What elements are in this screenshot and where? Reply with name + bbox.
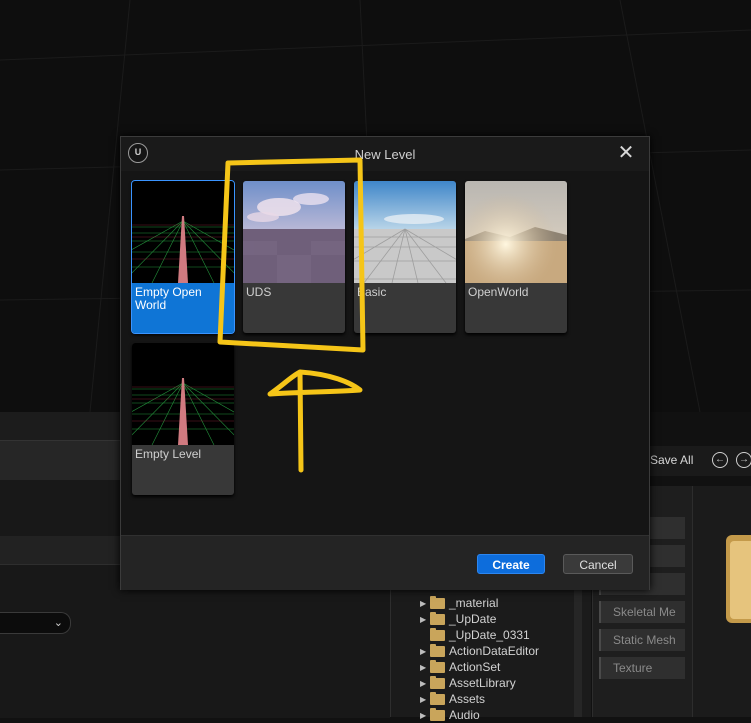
folder-label: Audio bbox=[449, 708, 480, 722]
folder-icon bbox=[430, 611, 445, 625]
scrollbar[interactable] bbox=[574, 590, 582, 717]
filter-chip[interactable]: Static Mesh bbox=[599, 629, 685, 651]
folder-item[interactable]: ▶ _UpDate bbox=[420, 611, 580, 627]
folder-label: _UpDate bbox=[449, 612, 497, 626]
expand-arrow-icon[interactable]: ▶ bbox=[420, 663, 430, 672]
folder-item[interactable]: ▶ AssetLibrary bbox=[420, 675, 580, 691]
create-button[interactable]: Create bbox=[477, 554, 545, 574]
template-label: Empty Open World bbox=[135, 285, 202, 312]
folder-item[interactable]: ▶ Assets bbox=[420, 691, 580, 707]
template-label: UDS bbox=[246, 285, 272, 299]
left-toolbar bbox=[0, 412, 120, 440]
template-thumbnail bbox=[132, 343, 234, 445]
folder-label: _UpDate_0331 bbox=[449, 628, 530, 642]
asset-thumbnail[interactable] bbox=[726, 535, 751, 623]
forward-arrow-icon[interactable]: → bbox=[736, 452, 751, 468]
folder-icon bbox=[430, 675, 445, 689]
back-arrow-icon[interactable]: ← bbox=[712, 452, 728, 468]
filter-chip[interactable]: Texture bbox=[599, 657, 685, 679]
template-basic[interactable]: Basic bbox=[354, 181, 456, 333]
new-level-dialog: U New Level ✕ Empty Open World UDS Basic… bbox=[120, 136, 650, 590]
expand-arrow-icon[interactable]: ▶ bbox=[420, 647, 430, 656]
expand-arrow-icon[interactable]: ▶ bbox=[420, 679, 430, 688]
template-grid: Empty Open World UDS Basic OpenWorld Emp… bbox=[121, 171, 649, 535]
template-label: Empty Level bbox=[135, 447, 202, 461]
folder-label: Assets bbox=[449, 692, 486, 706]
folder-item[interactable]: ▶ ActionSet bbox=[420, 659, 580, 675]
save-all-button[interactable]: Save All bbox=[650, 453, 693, 467]
folder-item[interactable]: ▶ _material bbox=[420, 595, 580, 611]
dropdown-select[interactable]: ⌄ bbox=[0, 612, 71, 634]
dialog-title-bar[interactable]: U New Level ✕ bbox=[121, 137, 649, 171]
template-thumbnail bbox=[132, 181, 234, 283]
dialog-title: New Level bbox=[354, 147, 416, 162]
folder-item[interactable]: ▶ ActionDataEditor bbox=[420, 643, 580, 659]
folder-icon bbox=[430, 659, 445, 673]
expand-arrow-icon[interactable]: ▶ bbox=[420, 695, 430, 704]
folder-label: AssetLibrary bbox=[449, 676, 516, 690]
folder-label: ActionDataEditor bbox=[449, 644, 540, 658]
template-label: Basic bbox=[357, 285, 387, 299]
expand-arrow-icon[interactable]: ▶ bbox=[420, 615, 430, 624]
template-thumbnail bbox=[354, 181, 456, 283]
folder-icon bbox=[430, 627, 445, 641]
template-openworld[interactable]: OpenWorld bbox=[465, 181, 567, 333]
template-thumbnail bbox=[243, 181, 345, 283]
filter-chip[interactable]: Skeletal Me bbox=[599, 601, 685, 623]
chevron-down-icon: ⌄ bbox=[53, 617, 63, 629]
template-uds[interactable]: UDS bbox=[243, 181, 345, 333]
expand-arrow-icon[interactable]: ▶ bbox=[420, 599, 430, 608]
folder-icon bbox=[430, 691, 445, 705]
folder-tree: ▶ _material ▶ _UpDate _UpDate_0331 ▶ Action… bbox=[420, 580, 580, 723]
left-panel-header bbox=[0, 536, 120, 564]
template-thumbnail bbox=[465, 181, 567, 283]
template-empty-open-world[interactable]: Empty Open World bbox=[131, 180, 235, 334]
left-panel bbox=[0, 480, 120, 536]
folder-label: ActionSet bbox=[449, 660, 501, 674]
dialog-footer: Create Cancel bbox=[121, 535, 649, 590]
folder-item[interactable]: ▶ Audio bbox=[420, 707, 580, 723]
folder-icon bbox=[430, 707, 445, 721]
expand-arrow-icon[interactable]: ▶ bbox=[420, 711, 430, 720]
folder-icon bbox=[430, 595, 445, 609]
template-label: OpenWorld bbox=[468, 285, 529, 299]
folder-icon bbox=[430, 643, 445, 657]
left-tab-bar bbox=[0, 440, 120, 481]
cancel-button[interactable]: Cancel bbox=[563, 554, 633, 574]
folder-label: _material bbox=[449, 596, 499, 610]
template-empty-level[interactable]: Empty Level bbox=[132, 343, 234, 495]
close-icon[interactable]: ✕ bbox=[615, 142, 637, 164]
folder-item[interactable]: _UpDate_0331 bbox=[420, 627, 580, 643]
